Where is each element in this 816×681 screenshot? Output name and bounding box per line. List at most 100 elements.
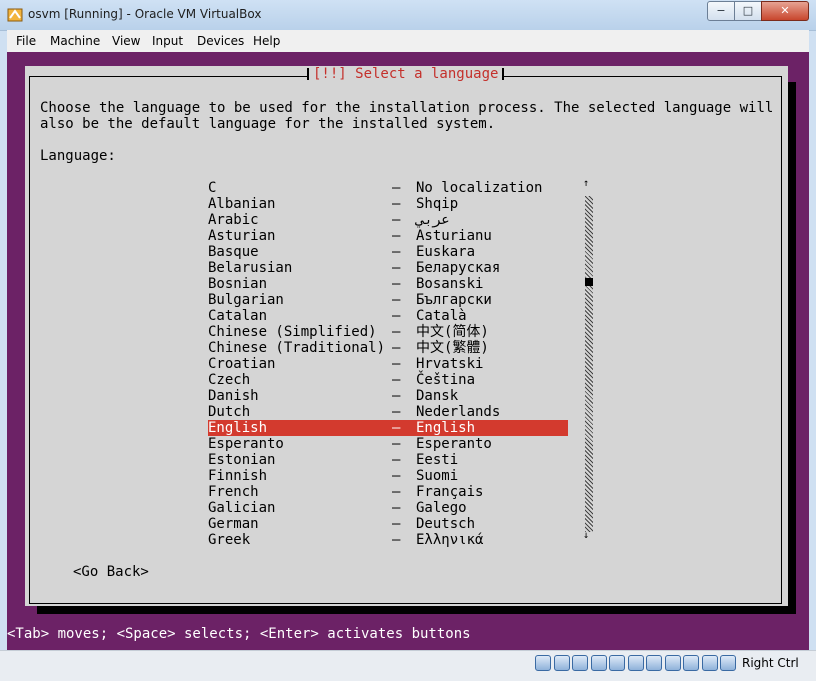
- language-row[interactable]: Belarusian – Беларуская: [208, 260, 568, 276]
- language-name: English: [208, 420, 268, 436]
- language-separator: –: [392, 324, 401, 340]
- language-native-name: Čeština: [416, 372, 476, 388]
- language-native-name: Hrvatski: [416, 356, 484, 372]
- scroll-up-icon[interactable]: ↑: [583, 178, 589, 189]
- language-row[interactable]: Greek – Ελληνικά: [208, 532, 568, 548]
- language-row[interactable]: Bulgarian – Български: [208, 292, 568, 308]
- language-row[interactable]: Danish – Dansk: [208, 388, 568, 404]
- language-name: Greek: [208, 532, 251, 548]
- language-row[interactable]: Asturian – Asturianu: [208, 228, 568, 244]
- scrollbar-track[interactable]: [585, 196, 593, 532]
- language-native-name: 中文(繁體): [416, 340, 489, 356]
- language-separator: –: [392, 196, 401, 212]
- language-separator: –: [392, 468, 401, 484]
- usb-icon[interactable]: [609, 655, 625, 671]
- language-row[interactable]: French – Français: [208, 484, 568, 500]
- language-name: Croatian: [208, 356, 276, 372]
- audio-icon[interactable]: [572, 655, 588, 671]
- virtualization-icon[interactable]: [683, 655, 699, 671]
- language-row[interactable]: Chinese (Traditional) – 中文(繁體): [208, 340, 568, 356]
- language-native-name: Esperanto: [416, 436, 492, 452]
- language-row[interactable]: Chinese (Simplified) – 中文(简体): [208, 324, 568, 340]
- language-native-name: English: [416, 420, 476, 436]
- scrollbar-thumb[interactable]: [585, 278, 593, 286]
- language-row[interactable]: C – No localization: [208, 180, 568, 196]
- language-name: Galician: [208, 500, 276, 516]
- display-icon[interactable]: [646, 655, 662, 671]
- scroll-down-icon[interactable]: ↓: [583, 530, 589, 541]
- language-row-selected[interactable]: English – English: [208, 420, 568, 436]
- menubar: File Machine View Input Devices Help: [7, 30, 809, 53]
- language-name: Asturian: [208, 228, 276, 244]
- go-back-button[interactable]: <Go Back>: [73, 564, 149, 580]
- language-name: Albanian: [208, 196, 276, 212]
- language-native-name: Galego: [416, 500, 467, 516]
- menu-input[interactable]: Input: [152, 34, 183, 48]
- menu-devices[interactable]: Devices: [197, 34, 244, 48]
- language-row[interactable]: Esperanto – Esperanto: [208, 436, 568, 452]
- language-separator: –: [392, 404, 401, 420]
- shared-folder-icon[interactable]: [627, 655, 644, 671]
- menu-machine[interactable]: Machine: [50, 34, 100, 48]
- language-list[interactable]: C – No localization Albanian – Shqip Arabic – عر…: [208, 180, 568, 548]
- help-line: <Tab> moves; <Space> selects; <Enter> ac…: [7, 626, 471, 642]
- language-name: Esperanto: [208, 436, 284, 452]
- language-native-name: Bosanski: [416, 276, 484, 292]
- language-row[interactable]: Bosnian – Bosanski: [208, 276, 568, 292]
- video-capture-icon[interactable]: [664, 655, 681, 671]
- language-separator: –: [392, 260, 401, 276]
- language-name: French: [208, 484, 259, 500]
- menu-view[interactable]: View: [112, 34, 140, 48]
- language-name: Chinese (Traditional): [208, 340, 386, 356]
- language-separator: –: [392, 516, 401, 532]
- language-name: German: [208, 516, 259, 532]
- language-row[interactable]: Arabic – عربي: [208, 212, 568, 228]
- network-icon[interactable]: [590, 655, 607, 671]
- language-native-name: 中文(简体): [416, 324, 489, 340]
- language-native-name: Беларуская: [416, 260, 501, 276]
- language-separator: –: [392, 180, 401, 196]
- menu-file[interactable]: File: [16, 34, 36, 48]
- host-key-label: Right Ctrl: [742, 656, 799, 670]
- window-title: osvm [Running] - Oracle VM VirtualBox: [28, 7, 262, 21]
- language-native-name: Shqip: [416, 196, 459, 212]
- minimize-button[interactable]: −: [707, 1, 735, 21]
- language-native-name: عربي: [416, 212, 450, 228]
- hard-disk-icon[interactable]: [535, 655, 551, 671]
- close-button[interactable]: ✕: [761, 1, 809, 21]
- language-name: Czech: [208, 372, 251, 388]
- language-separator: –: [392, 244, 401, 260]
- language-native-name: Suomi: [416, 468, 459, 484]
- language-row[interactable]: Croatian – Hrvatski: [208, 356, 568, 372]
- language-row[interactable]: Basque – Euskara: [208, 244, 568, 260]
- language-row[interactable]: Finnish – Suomi: [208, 468, 568, 484]
- language-separator: –: [392, 388, 401, 404]
- maximize-button[interactable]: □: [734, 1, 762, 21]
- language-separator: –: [392, 292, 401, 308]
- window-titlebar[interactable]: osvm [Running] - Oracle VM VirtualBox − …: [0, 0, 816, 31]
- language-name: Bosnian: [208, 276, 268, 292]
- vm-screen[interactable]: [!!] Select a language Choose the langua…: [7, 52, 809, 650]
- language-separator: –: [392, 436, 401, 452]
- language-native-name: Eesti: [416, 452, 459, 468]
- menu-help[interactable]: Help: [253, 34, 280, 48]
- keyboard-icon[interactable]: [720, 655, 736, 671]
- optical-drive-icon[interactable]: [553, 655, 570, 671]
- language-separator: –: [392, 420, 401, 436]
- language-row[interactable]: Czech – Čeština: [208, 372, 568, 388]
- mouse-integration-icon[interactable]: [701, 655, 718, 671]
- language-row[interactable]: Albanian – Shqip: [208, 196, 568, 212]
- dialog-instructions: Choose the language to be used for the i…: [40, 100, 774, 132]
- language-row[interactable]: Dutch – Nederlands: [208, 404, 568, 420]
- language-native-name: Deutsch: [416, 516, 476, 532]
- language-native-name: No localization: [416, 180, 543, 196]
- language-row[interactable]: Galician – Galego: [208, 500, 568, 516]
- language-native-name: Български: [416, 292, 492, 308]
- language-name: Catalan: [208, 308, 268, 324]
- language-separator: –: [392, 212, 401, 228]
- language-row[interactable]: Estonian – Eesti: [208, 452, 568, 468]
- language-row[interactable]: German – Deutsch: [208, 516, 568, 532]
- language-row[interactable]: Catalan – Català: [208, 308, 568, 324]
- language-separator: –: [392, 356, 401, 372]
- language-name: Danish: [208, 388, 259, 404]
